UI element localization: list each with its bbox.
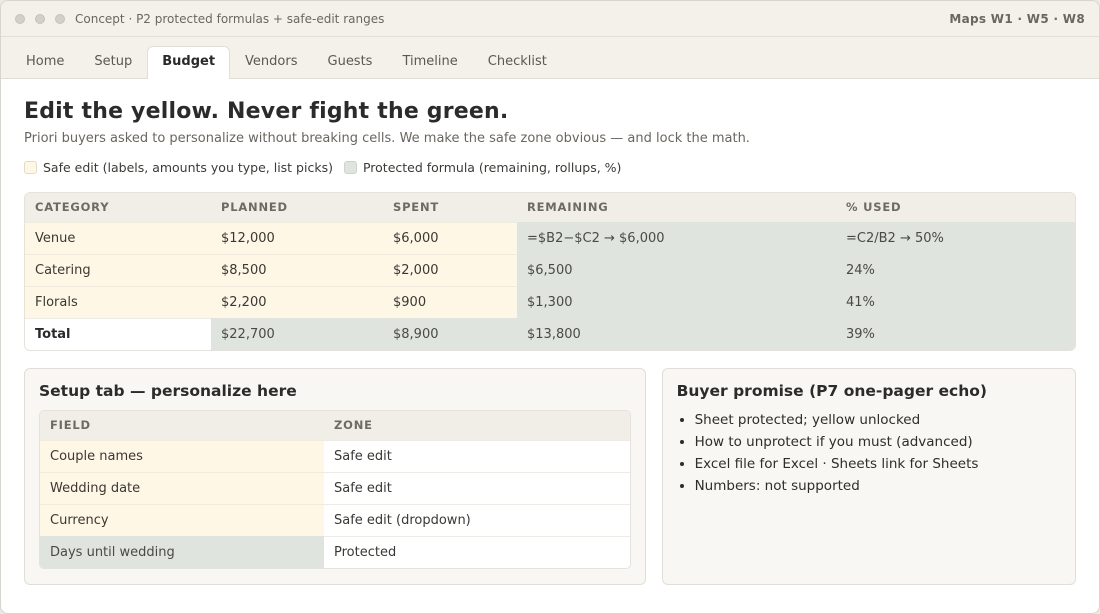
title-bar: Concept · P2 protected formulas + safe-e… [1, 1, 1099, 37]
cell-zone: Safe edit (dropdown) [324, 503, 630, 536]
page-title: Edit the yellow. Never fight the green. [24, 99, 509, 124]
tab-checklist[interactable]: Checklist [473, 46, 562, 78]
page-subtitle: Priori buyers asked to personalize witho… [24, 131, 750, 146]
cell-zone: Safe edit [324, 439, 630, 472]
cell-total-remaining: $13,800 [517, 317, 836, 350]
tab-timeline[interactable]: Timeline [387, 46, 472, 78]
table-row: Days until wedding Protected [40, 535, 630, 568]
cell-percent-used: 41% [836, 285, 1075, 318]
maximize-window-button[interactable] [55, 13, 65, 24]
list-item: How to unprotect if you must (advanced) [695, 431, 1061, 453]
tab-home[interactable]: Home [11, 46, 79, 78]
cell-category[interactable]: Florals [25, 285, 211, 318]
budget-table: Category Planned Spent Remaining % Used … [24, 192, 1076, 351]
protected-swatch [343, 161, 357, 174]
list-item: Sheet protected; yellow unlocked [695, 409, 1061, 431]
window-title: Concept · P2 protected formulas + safe-e… [75, 11, 385, 26]
promise-list: Sheet protected; yellow unlocked How to … [677, 409, 1061, 497]
cell-planned[interactable]: $2,200 [211, 285, 383, 318]
table-row: Catering $8,500 $2,000 $6,500 24% [25, 253, 1075, 286]
legend-protected: Protected formula (remaining, rollups, %… [343, 160, 622, 175]
cell-category[interactable]: Catering [25, 253, 211, 286]
main-content: Edit the yellow. Never fight the green. … [1, 79, 1099, 585]
promise-card: Buyer promise (P7 one-pager echo) Sheet … [661, 368, 1076, 585]
cell-zone: Safe edit [324, 471, 630, 504]
cell-percent-used: 24% [836, 253, 1075, 286]
col-header-remaining: Remaining [517, 193, 836, 222]
col-header-category: Category [25, 193, 211, 222]
budget-header-row: Category Planned Spent Remaining % Used [25, 193, 1075, 222]
table-row: Couple names Safe edit [40, 439, 630, 472]
cell-remaining: =$B2−$C2 → $6,000 [517, 221, 836, 254]
cell-remaining: $6,500 [517, 253, 836, 286]
maps-label: Maps W1 · W5 · W8 [949, 11, 1085, 26]
safe-swatch [24, 161, 37, 174]
tab-bar: Home Setup Budget Vendors Guests Timelin… [1, 37, 1099, 79]
list-item: Excel file for Excel · Sheets link for S… [695, 453, 1061, 475]
close-window-button[interactable] [15, 13, 25, 24]
cell-field[interactable]: Wedding date [40, 471, 324, 504]
window-controls [15, 13, 65, 24]
legend-safe-label: Safe edit (labels, amounts you type, lis… [43, 160, 333, 175]
table-row: Florals $2,200 $900 $1,300 41% [25, 285, 1075, 318]
cell-planned[interactable]: $8,500 [211, 253, 383, 286]
cell-category[interactable]: Venue [25, 221, 211, 254]
promise-card-title: Buyer promise (P7 one-pager echo) [676, 382, 987, 400]
cell-spent[interactable]: $900 [383, 285, 517, 318]
table-row: Venue $12,000 $6,000 =$B2−$C2 → $6,000 =… [25, 221, 1075, 254]
lower-panels: Setup tab — personalize here Field Zone … [24, 368, 1076, 585]
cell-spent[interactable]: $6,000 [383, 221, 517, 254]
legend-protected-label: Protected formula (remaining, rollups, %… [362, 160, 622, 175]
setup-card-title: Setup tab — personalize here [39, 382, 297, 400]
cell-spent[interactable]: $2,000 [383, 253, 517, 286]
tab-budget[interactable]: Budget [147, 46, 231, 79]
tab-guests[interactable]: Guests [313, 46, 388, 78]
setup-header-row: Field Zone [40, 411, 630, 440]
setup-table: Field Zone Couple names Safe edit Weddin… [39, 410, 631, 569]
legend: Safe edit (labels, amounts you type, lis… [24, 160, 1076, 175]
cell-field[interactable]: Couple names [40, 439, 324, 472]
cell-field[interactable]: Currency [40, 503, 324, 536]
app-window: Concept · P2 protected formulas + safe-e… [0, 0, 1100, 614]
cell-percent-used: =C2/B2 → 50% [836, 221, 1075, 254]
cell-total-spent: $8,900 [383, 317, 517, 350]
setup-card: Setup tab — personalize here Field Zone … [24, 368, 646, 585]
cell-total-planned: $22,700 [211, 317, 383, 350]
cell-planned[interactable]: $12,000 [211, 221, 383, 254]
col-header-spent: Spent [383, 193, 517, 222]
col-header-percent-used: % Used [836, 193, 1075, 222]
cell-zone: Protected [324, 535, 630, 568]
tab-vendors[interactable]: Vendors [230, 46, 312, 78]
tab-setup[interactable]: Setup [79, 46, 147, 78]
col-header-field: Field [40, 411, 324, 440]
cell-total-label: Total [25, 317, 211, 350]
total-row: Total $22,700 $8,900 $13,800 39% [25, 317, 1075, 350]
table-row: Currency Safe edit (dropdown) [40, 503, 630, 536]
legend-safe: Safe edit (labels, amounts you type, lis… [24, 160, 333, 175]
cell-field: Days until wedding [40, 535, 324, 568]
list-item: Numbers: not supported [695, 475, 1061, 497]
cell-remaining: $1,300 [517, 285, 836, 318]
col-header-planned: Planned [211, 193, 383, 222]
table-row: Wedding date Safe edit [40, 471, 630, 504]
minimize-window-button[interactable] [35, 13, 45, 24]
col-header-zone: Zone [324, 411, 630, 440]
cell-total-percent-used: 39% [836, 317, 1075, 350]
